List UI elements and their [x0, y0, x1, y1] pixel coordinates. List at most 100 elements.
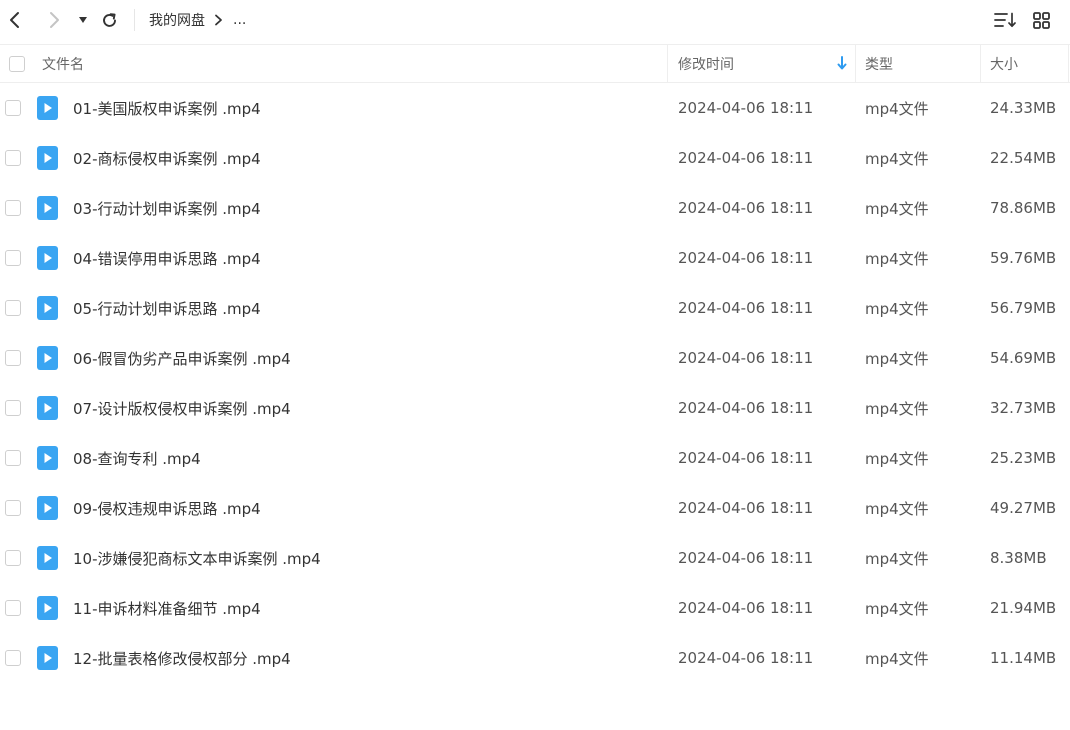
grid-view-icon [1032, 11, 1050, 29]
row-checkbox[interactable] [5, 100, 21, 116]
row-checkbox[interactable] [5, 350, 21, 366]
breadcrumb-root[interactable]: 我的网盘 [149, 10, 205, 30]
file-name[interactable]: 06-假冒伪劣产品申诉案例 .mp4 [73, 333, 291, 383]
file-row[interactable]: 04-错误停用申诉思路 .mp4 2024-04-06 18:11 mp4文件 … [0, 233, 1070, 283]
file-row[interactable]: 10-涉嫌侵犯商标文本申诉案例 .mp4 2024-04-06 18:11 mp… [0, 533, 1070, 583]
file-modified-time: 2024-04-06 18:11 [678, 549, 814, 567]
row-checkbox[interactable] [5, 650, 21, 666]
file-row[interactable]: 07-设计版权侵权申诉案例 .mp4 2024-04-06 18:11 mp4文… [0, 383, 1070, 433]
video-file-icon [37, 646, 58, 670]
video-file-icon [37, 446, 58, 470]
file-modified-time: 2024-04-06 18:11 [678, 299, 814, 317]
row-checkbox[interactable] [5, 300, 21, 316]
file-type: mp4文件 [865, 449, 929, 468]
file-row[interactable]: 08-查询专利 .mp4 2024-04-06 18:11 mp4文件 25.2… [0, 433, 1070, 483]
file-size: 32.73MB [990, 399, 1057, 417]
arrow-down-icon[interactable] [837, 56, 847, 70]
file-list: 01-美国版权申诉案例 .mp4 2024-04-06 18:11 mp4文件 … [0, 83, 1070, 683]
sort-list-icon [994, 12, 1016, 28]
file-modified-time: 2024-04-06 18:11 [678, 149, 814, 167]
file-size: 8.38MB [990, 549, 1047, 567]
caret-down-icon [79, 17, 87, 23]
row-checkbox[interactable] [5, 550, 21, 566]
file-name[interactable]: 08-查询专利 .mp4 [73, 433, 201, 483]
file-name[interactable]: 03-行动计划申诉案例 .mp4 [73, 183, 261, 233]
file-row[interactable]: 11-申诉材料准备细节 .mp4 2024-04-06 18:11 mp4文件 … [0, 583, 1070, 633]
file-modified-time: 2024-04-06 18:11 [678, 199, 814, 217]
file-row[interactable]: 09-侵权违规申诉思路 .mp4 2024-04-06 18:11 mp4文件 … [0, 483, 1070, 533]
file-modified-time: 2024-04-06 18:11 [678, 349, 814, 367]
video-file-icon [37, 596, 58, 620]
video-file-icon [37, 396, 58, 420]
column-divider [667, 45, 668, 82]
file-name[interactable]: 02-商标侵权申诉案例 .mp4 [73, 133, 261, 183]
file-row[interactable]: 01-美国版权申诉案例 .mp4 2024-04-06 18:11 mp4文件 … [0, 83, 1070, 133]
grid-view-button[interactable] [1030, 6, 1052, 34]
file-modified-time: 2024-04-06 18:11 [678, 449, 814, 467]
row-checkbox[interactable] [5, 400, 21, 416]
file-type: mp4文件 [865, 499, 929, 518]
file-row[interactable]: 06-假冒伪劣产品申诉案例 .mp4 2024-04-06 18:11 mp4文… [0, 333, 1070, 383]
file-size: 49.27MB [990, 499, 1057, 517]
column-size[interactable]: 大小 [990, 45, 1018, 82]
video-file-icon [37, 346, 58, 370]
row-checkbox[interactable] [5, 200, 21, 216]
file-size: 11.14MB [990, 649, 1057, 667]
row-checkbox[interactable] [5, 250, 21, 266]
toolbar: 我的网盘 ... [0, 0, 1070, 42]
file-name[interactable]: 12-批量表格修改侵权部分 .mp4 [73, 633, 291, 683]
file-name[interactable]: 11-申诉材料准备细节 .mp4 [73, 583, 261, 633]
history-dropdown-button[interactable] [75, 6, 91, 34]
video-file-icon [37, 146, 58, 170]
video-file-icon [37, 96, 58, 120]
file-row[interactable]: 12-批量表格修改侵权部分 .mp4 2024-04-06 18:11 mp4文… [0, 633, 1070, 683]
file-size: 24.33MB [990, 99, 1057, 117]
file-modified-time: 2024-04-06 18:11 [678, 649, 814, 667]
file-size: 25.23MB [990, 449, 1057, 467]
video-file-icon [37, 196, 58, 220]
video-file-icon [37, 496, 58, 520]
row-checkbox[interactable] [5, 600, 21, 616]
file-name[interactable]: 07-设计版权侵权申诉案例 .mp4 [73, 383, 291, 433]
file-modified-time: 2024-04-06 18:11 [678, 499, 814, 517]
file-type: mp4文件 [865, 249, 929, 268]
file-row[interactable]: 03-行动计划申诉案例 .mp4 2024-04-06 18:11 mp4文件 … [0, 183, 1070, 233]
select-all-checkbox[interactable] [9, 55, 25, 72]
column-modified[interactable]: 修改时间 [678, 45, 734, 82]
file-type: mp4文件 [865, 549, 929, 568]
file-name[interactable]: 04-错误停用申诉思路 .mp4 [73, 233, 261, 283]
select-all-checkbox-cell[interactable] [9, 45, 25, 82]
column-name[interactable]: 文件名 [42, 45, 84, 82]
file-row[interactable]: 05-行动计划申诉思路 .mp4 2024-04-06 18:11 mp4文件 … [0, 283, 1070, 333]
chevron-right-icon [50, 12, 59, 28]
video-file-icon [37, 546, 58, 570]
file-name[interactable]: 01-美国版权申诉案例 .mp4 [73, 83, 261, 133]
column-type[interactable]: 类型 [865, 45, 893, 82]
chevron-left-icon [10, 12, 19, 28]
file-size: 56.79MB [990, 299, 1057, 317]
refresh-button[interactable] [99, 6, 119, 34]
breadcrumb: 我的网盘 ... [149, 9, 246, 31]
file-type: mp4文件 [865, 599, 929, 618]
file-list-header: 文件名 修改时间 类型 大小 [0, 44, 1070, 83]
video-file-icon [37, 296, 58, 320]
file-name[interactable]: 09-侵权违规申诉思路 .mp4 [73, 483, 261, 533]
sort-button[interactable] [993, 6, 1017, 34]
file-type: mp4文件 [865, 199, 929, 218]
breadcrumb-more[interactable]: ... [233, 12, 246, 28]
row-checkbox[interactable] [5, 150, 21, 166]
row-checkbox[interactable] [5, 500, 21, 516]
file-row[interactable]: 02-商标侵权申诉案例 .mp4 2024-04-06 18:11 mp4文件 … [0, 133, 1070, 183]
toolbar-divider [134, 9, 135, 31]
file-size: 54.69MB [990, 349, 1057, 367]
row-checkbox[interactable] [5, 450, 21, 466]
back-button[interactable] [4, 6, 26, 34]
file-type: mp4文件 [865, 149, 929, 168]
forward-button[interactable] [43, 6, 65, 34]
file-size: 22.54MB [990, 149, 1057, 167]
file-name[interactable]: 05-行动计划申诉思路 .mp4 [73, 283, 261, 333]
file-modified-time: 2024-04-06 18:11 [678, 249, 814, 267]
file-type: mp4文件 [865, 349, 929, 368]
file-name[interactable]: 10-涉嫌侵犯商标文本申诉案例 .mp4 [73, 533, 321, 583]
file-size: 78.86MB [990, 199, 1057, 217]
